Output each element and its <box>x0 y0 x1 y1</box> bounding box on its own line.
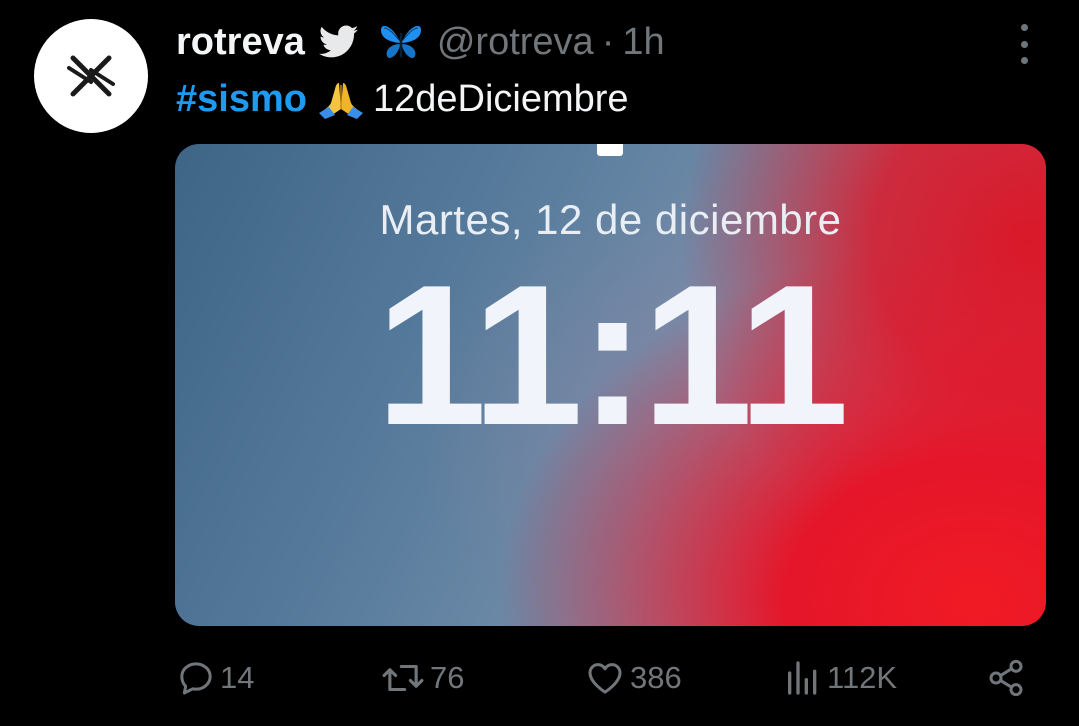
retweet-button[interactable]: 76 <box>380 655 464 701</box>
lock-screen-time: 11:11 <box>375 244 849 467</box>
avatar[interactable] <box>34 19 148 133</box>
views-button[interactable]: 112K <box>783 655 897 701</box>
action-bar: 14 76 386 112K <box>0 655 1079 701</box>
tweet-body: 12deDiciembre <box>372 78 629 120</box>
heart-icon <box>588 663 622 694</box>
separator: · <box>601 21 615 63</box>
display-name[interactable]: rotreva <box>176 20 305 64</box>
twitter-bird-icon <box>318 25 359 59</box>
praying-hands-icon <box>318 79 363 119</box>
views-chart-icon <box>788 661 817 695</box>
share-button[interactable] <box>986 655 1026 701</box>
lock-screen-date: Martes, 12 de diciembre <box>379 196 842 243</box>
tweet-header: rotreva @rotreva · 1h <box>176 20 665 64</box>
phone-notch <box>597 144 623 156</box>
retweet-icon <box>382 664 424 692</box>
more-options-icon[interactable] <box>1009 22 1039 66</box>
view-count: 112K <box>827 660 898 695</box>
reply-icon <box>180 662 212 695</box>
butterfly-icon <box>379 22 423 62</box>
retweet-count: 76 <box>430 660 465 695</box>
reply-count: 14 <box>220 660 255 695</box>
logo-icon <box>67 55 115 97</box>
author-handle[interactable]: @rotreva <box>437 20 594 64</box>
share-icon <box>989 659 1023 697</box>
tweet-image[interactable]: Martes, 12 de diciembre 11:11 <box>175 144 1046 626</box>
tweet[interactable]: rotreva @rotreva · 1h #sismo 12deDiciemb… <box>0 0 1079 726</box>
reply-button[interactable]: 14 <box>176 655 254 701</box>
timestamp[interactable]: 1h <box>622 20 664 64</box>
hashtag-link[interactable]: #sismo <box>176 76 307 122</box>
like-count: 386 <box>630 660 682 695</box>
tweet-text: #sismo 12deDiciembre <box>176 76 629 122</box>
like-button[interactable]: 386 <box>584 655 682 701</box>
